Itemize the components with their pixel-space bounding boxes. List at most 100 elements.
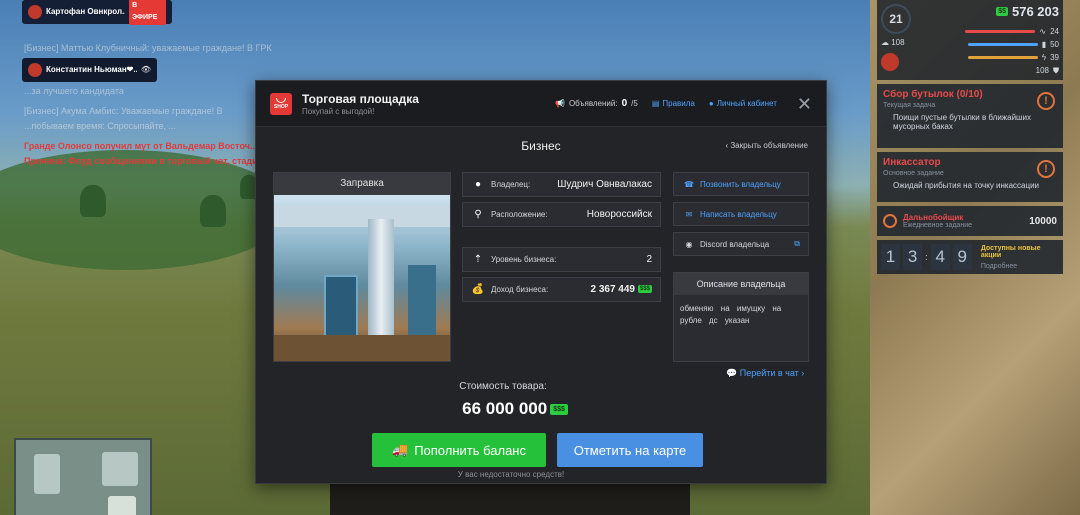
- copy-icon[interactable]: ⧉: [794, 239, 800, 249]
- minimap[interactable]: [14, 438, 152, 515]
- promo-text: Доступны новые акции: [980, 244, 1041, 259]
- daily-icon: [883, 214, 897, 228]
- owner-value: Шудрич Овнвалакас: [557, 179, 652, 190]
- discord-owner-field: ◉ Discord владельца ⧉: [673, 232, 809, 256]
- money-value: 576 203: [1012, 4, 1059, 19]
- modal-title: Торговая площадка: [302, 91, 419, 106]
- promo-more[interactable]: Подробнее: [981, 263, 1059, 270]
- chat-line-system: Причина: Флуд сообщениями в торговый чат…: [24, 156, 266, 166]
- viewer-name: Константин Ньюман❤...: [46, 65, 137, 74]
- tree: [80, 185, 106, 217]
- business-photo-card: Заправка: [273, 172, 451, 362]
- hud-panel: 21 ☁ 108 $$ 576 203 ∿ 24 ▮ 50 ϟ 39 108 ⛊…: [877, 0, 1063, 274]
- chat-feed: Картофан Овнкрол... В ЭФИРЕ [Бизнес] Мат…: [22, 0, 282, 167]
- truck-icon: 🚚: [392, 442, 409, 457]
- avatar: [28, 5, 42, 19]
- task-title: Инкассатор: [883, 157, 941, 168]
- eye-icon: 👁: [140, 65, 151, 74]
- armor-value: ☁ 108: [881, 38, 905, 47]
- location-value: Новороссийск: [586, 209, 652, 220]
- cabinet-link[interactable]: ● Личный кабинет: [709, 99, 777, 108]
- topup-balance-button[interactable]: 🚚 Пополнить баланс: [372, 433, 546, 467]
- clock-digit: 9: [952, 244, 972, 270]
- stat-hunger: ∿ 24: [915, 25, 1059, 38]
- stat-water: ▮ 50: [915, 38, 1059, 51]
- bonus-icon: [881, 53, 899, 71]
- shop-logo: SHOP: [270, 92, 292, 115]
- description-text: обменяю на имущку на рубле дс указан: [680, 304, 782, 325]
- clock-widget: 1 3 : 4 9 Доступны новые акции Подробнее: [877, 240, 1063, 274]
- level-field: ⇡ Уровень бизнеса: 2: [462, 247, 661, 272]
- business-name: Заправка: [274, 173, 450, 195]
- level-badge: 21: [881, 4, 911, 34]
- mark-on-map-button[interactable]: Отметить на карте: [557, 433, 703, 467]
- document-icon: ▤: [651, 99, 660, 108]
- location-pin-icon: ⚲: [474, 209, 482, 220]
- hunger-bar: [965, 30, 1036, 33]
- gas-station-image: [274, 195, 450, 361]
- warning-icon: !: [1037, 92, 1055, 110]
- hill: [0, 150, 290, 270]
- user-icon: ●: [708, 99, 714, 108]
- clock-digit: 4: [930, 244, 950, 270]
- daily-task[interactable]: Дальнобойщик Ежедневное задание 10000: [877, 206, 1063, 236]
- cash-icon: $$$: [550, 404, 568, 416]
- income-value: 2 367 449 $$$: [590, 284, 652, 295]
- go-to-chat-link[interactable]: 💬 Перейти в чат ›: [726, 368, 804, 379]
- map-block: [102, 452, 138, 486]
- hud-status: 21 ☁ 108 $$ 576 203 ∿ 24 ▮ 50 ϟ 39 108 ⛊: [877, 0, 1063, 80]
- water-bar: [967, 43, 1038, 46]
- megaphone-icon: 📢: [554, 99, 565, 108]
- live-stream-bar[interactable]: Картофан Овнкрол... В ЭФИРЕ: [22, 0, 172, 25]
- close-icon[interactable]: ✕: [797, 95, 812, 113]
- income-field: 💰 Доход бизнеса: 2 367 449 $$$: [462, 277, 661, 302]
- level-value: 2: [646, 254, 652, 265]
- chat-line: [Бизнес] Акума Амбис: Уважаемые граждане…: [24, 106, 223, 116]
- warning-icon: !: [1037, 160, 1055, 178]
- daily-reward: 10000: [1029, 215, 1057, 227]
- stat-energy: ϟ 39: [915, 51, 1059, 64]
- health-value: 108: [1035, 66, 1049, 75]
- call-owner-button[interactable]: ☎ Позвонить владельцу: [673, 172, 809, 196]
- discord-icon: ◉: [685, 239, 693, 249]
- rules-link[interactable]: ▤ Правила: [652, 99, 695, 108]
- daily-title: Дальнобойщик: [903, 213, 964, 222]
- ads-counter: 📢 Объявлений: 0/5: [554, 98, 638, 109]
- stream-name: Картофан Овнкрол...: [46, 7, 126, 16]
- chat-line-system: Гранде Олонсо получил мут от Вальдемар В…: [24, 141, 258, 151]
- user-icon: ●: [474, 179, 482, 190]
- map-block: [34, 454, 60, 494]
- mic-icon: ▮: [1041, 40, 1047, 49]
- viewer-bar[interactable]: Константин Ньюман❤... 👁: [22, 58, 157, 82]
- modal-subtitle: Покупай с выгодой!: [302, 106, 375, 116]
- chat-line: ...за лучшего кандидата: [24, 86, 124, 96]
- bag-icon: [276, 97, 286, 103]
- task-desc: Поищи пустые бутылки в ближайших мусорны…: [893, 113, 1031, 131]
- task-sub: Основное задание: [883, 170, 944, 177]
- energy-bar: [967, 56, 1038, 59]
- clock-digit: 3: [903, 244, 923, 270]
- insufficient-funds-note: У вас недостаточно средств!: [457, 470, 565, 479]
- write-owner-button[interactable]: ✉ Написать владельцу: [673, 202, 809, 226]
- location-field: ⚲ Расположение: Новороссийск: [462, 202, 661, 227]
- stat-health: 108 ⛊: [915, 64, 1059, 77]
- marketplace-modal: SHOP Торговая площадка Покупай с выгодой…: [255, 80, 827, 484]
- clock-colon: :: [925, 252, 928, 262]
- tree: [200, 195, 226, 227]
- chat-line: [Бизнес] Маттью Клубничный: уважаемые гр…: [24, 43, 272, 53]
- modal-header: SHOP Торговая площадка Покупай с выгодой…: [256, 81, 826, 127]
- task-card[interactable]: Инкассатор Основное задание Ожидай прибы…: [877, 152, 1063, 202]
- close-ad-link[interactable]: ‹ Закрыть объявление: [725, 141, 808, 150]
- map-block: [108, 496, 136, 515]
- description-title: Описание владельца: [674, 273, 808, 295]
- bolt-icon: ϟ: [1041, 53, 1047, 62]
- daily-sub: Ежедневное задание: [903, 222, 972, 229]
- price-value: 66 000 000 $$$: [256, 399, 826, 419]
- price-label: Стоимость товара:: [459, 381, 547, 392]
- task-card[interactable]: Сбор бутылок (0/10) Текущая задача Поищи…: [877, 84, 1063, 148]
- cash-icon: $$$: [637, 285, 652, 294]
- avatar: [28, 63, 42, 77]
- pulse-icon: ∿: [1039, 27, 1047, 36]
- shield-icon: ⛊: [1053, 65, 1059, 75]
- chat-line: ...побываем время: Спросыпайте, ...: [24, 121, 177, 131]
